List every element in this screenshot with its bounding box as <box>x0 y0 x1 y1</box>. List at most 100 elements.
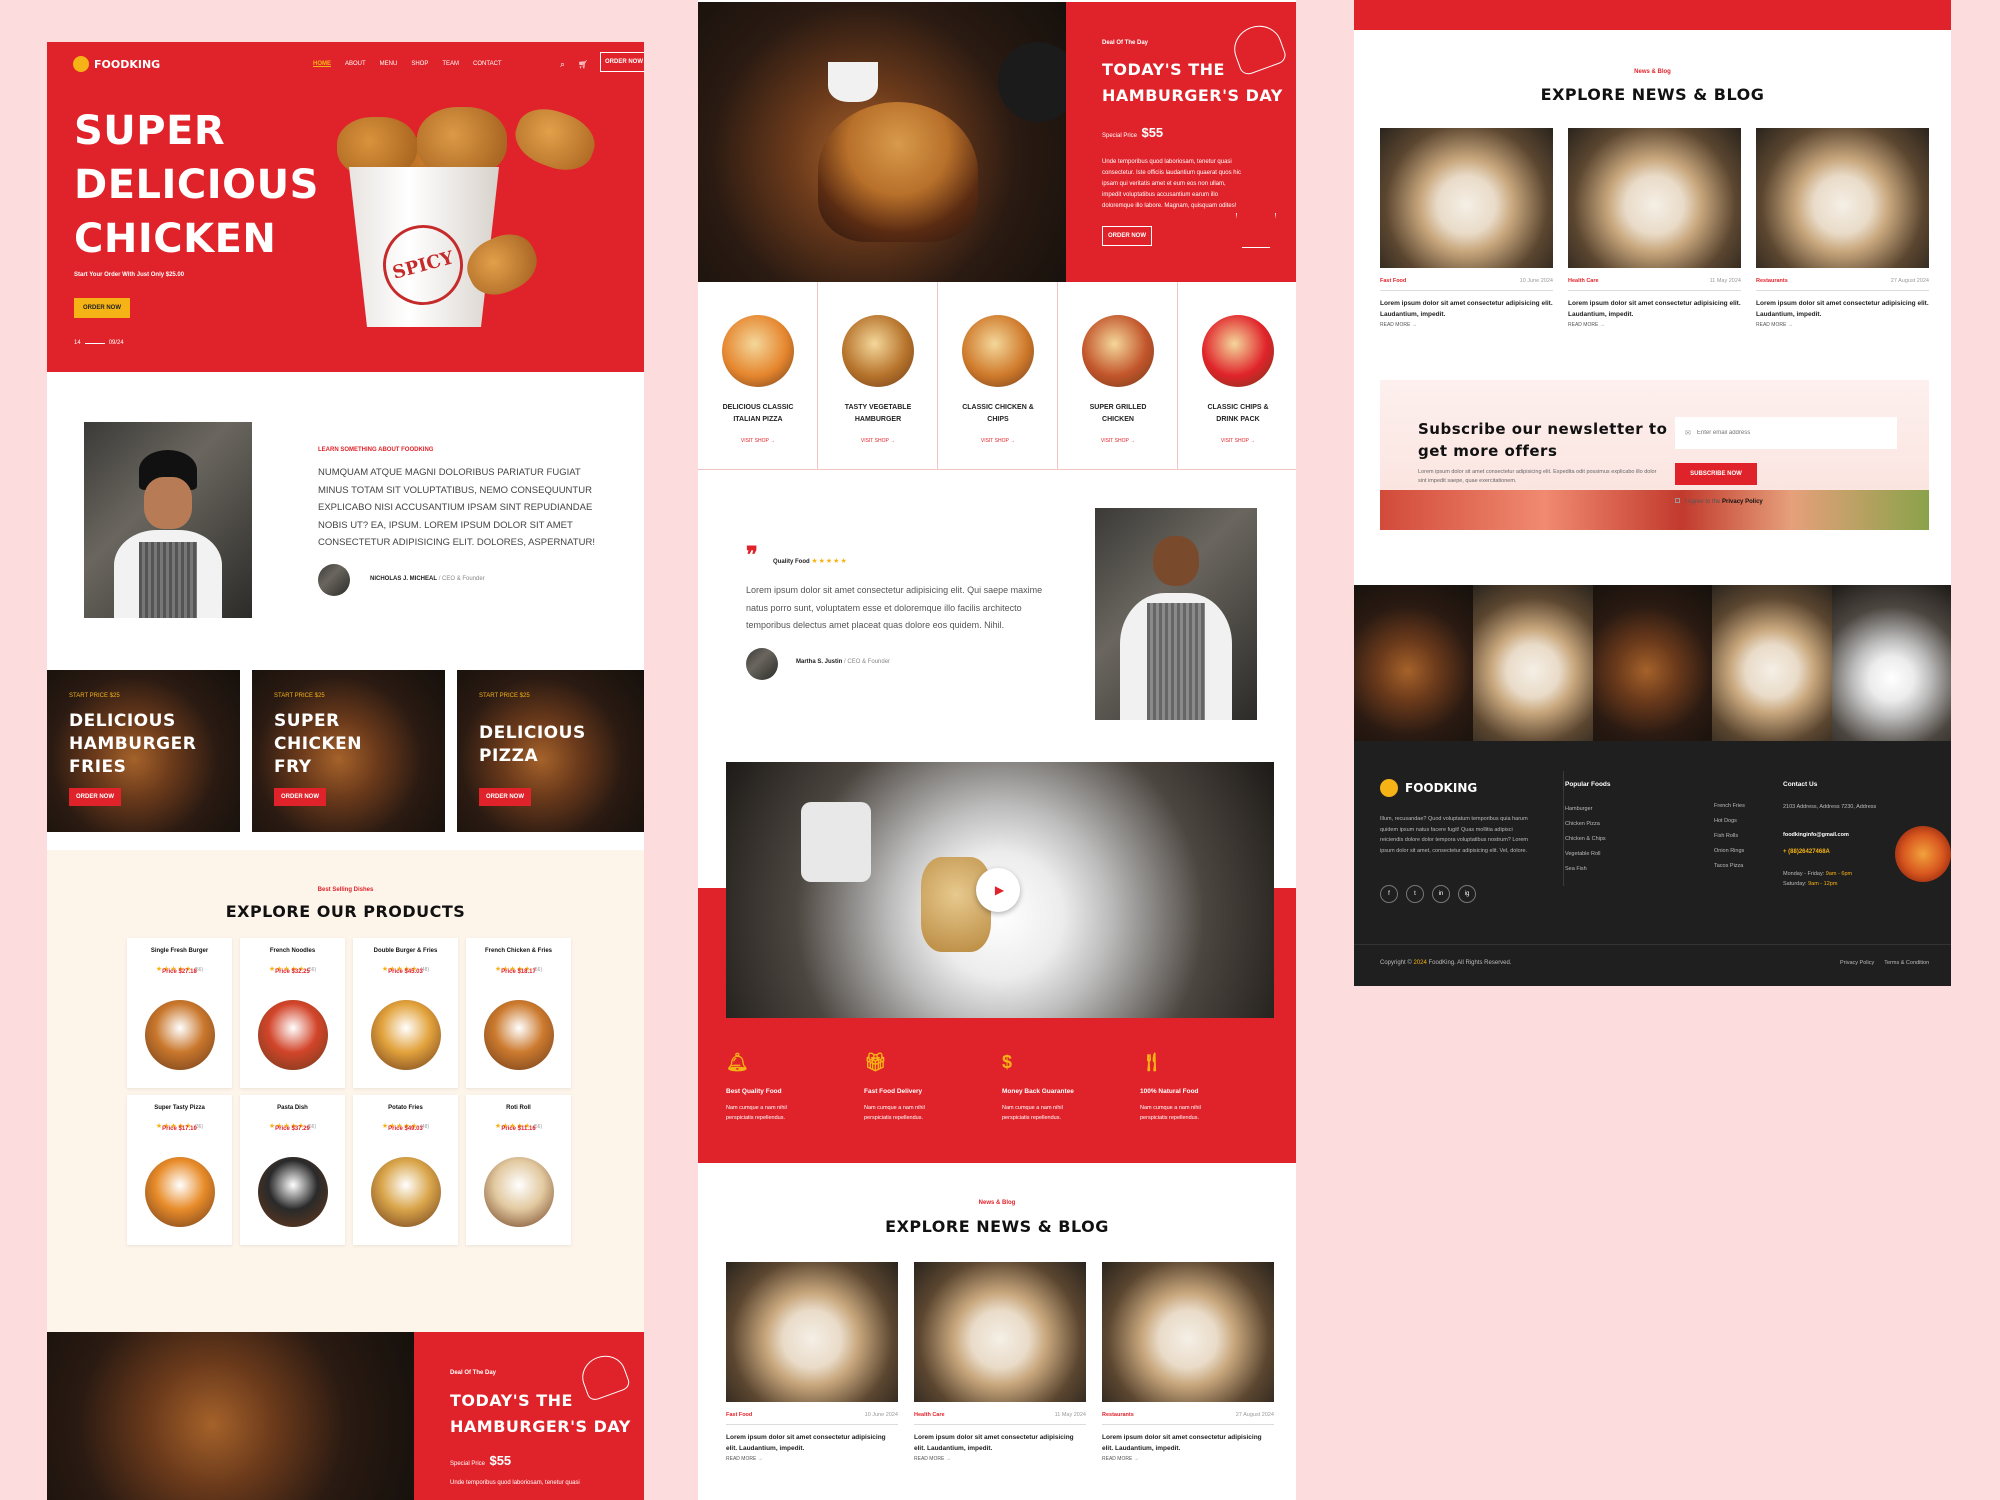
agree-line[interactable]: I Agree to the Privacy Policy <box>1675 498 1763 505</box>
nav-shop[interactable]: SHOP <box>411 61 428 67</box>
read-more-link[interactable]: READ MORE → <box>1756 322 1793 328</box>
news-excerpt[interactable]: Lorem ipsum dolor sit amet consectetur a… <box>1380 298 1553 320</box>
nav-contact[interactable]: CONTACT <box>473 61 502 67</box>
hero-order-button[interactable]: ORDER NOW <box>74 298 130 318</box>
popular-food-link[interactable]: Vegetable Roll <box>1565 847 1606 862</box>
product-image[interactable] <box>371 1157 441 1227</box>
product-card[interactable]: Pasta Dish ★★★★★ (56) Price $37.29 <box>240 1095 345 1245</box>
visit-shop-link[interactable]: VISIT SHOP → <box>698 438 818 444</box>
news-image[interactable] <box>1102 1262 1274 1402</box>
twitter-icon[interactable]: t <box>1406 885 1424 903</box>
footer-logo[interactable]: FOODKING <box>1380 779 1477 797</box>
popular-food-link[interactable]: Sea Fish <box>1565 862 1606 877</box>
popular-food-link[interactable]: Fish Rolls <box>1714 829 1745 844</box>
product-image[interactable] <box>145 1157 215 1227</box>
product-image[interactable] <box>258 1000 328 1070</box>
nav-about[interactable]: ABOUT <box>345 61 366 67</box>
read-more-link[interactable]: READ MORE → <box>1102 1456 1139 1462</box>
category-image[interactable] <box>842 315 914 387</box>
promo-order-button[interactable]: ORDER NOW <box>479 788 531 806</box>
visit-shop-link[interactable]: VISIT SHOP → <box>1058 438 1178 444</box>
terms-link[interactable]: Terms & Condition <box>1884 960 1929 966</box>
product-name[interactable]: Pasta Dish <box>240 1105 345 1111</box>
promo-card[interactable]: START PRICE $25 DELICIOUS HAMBURGER FRIE… <box>47 670 240 832</box>
logo[interactable]: FOODKING <box>94 58 160 71</box>
product-name[interactable]: Super Tasty Pizza <box>127 1105 232 1111</box>
nav-home[interactable]: HOME <box>313 61 331 67</box>
nav-team[interactable]: TEAM <box>442 61 459 67</box>
product-name[interactable]: Roti Roll <box>466 1105 571 1111</box>
promo-order-button[interactable]: ORDER NOW <box>69 788 121 806</box>
privacy-policy-link[interactable]: Privacy Policy <box>1722 499 1763 505</box>
news-image[interactable] <box>1756 128 1929 268</box>
privacy-policy-link[interactable]: Privacy Policy <box>1840 960 1874 966</box>
category-card[interactable]: CLASSIC CHIPS & DRINK PACK VISIT SHOP → <box>1178 282 1296 470</box>
linkedin-icon[interactable]: in <box>1432 885 1450 903</box>
popular-food-link[interactable]: Hot Dogs <box>1714 814 1745 829</box>
play-button[interactable]: ▶ <box>976 868 1020 912</box>
promo-card[interactable]: START PRICE $25 DELICIOUS PIZZA ORDER NO… <box>457 670 644 832</box>
gallery-image[interactable] <box>1712 585 1832 741</box>
facebook-icon[interactable]: f <box>1380 885 1398 903</box>
read-more-link[interactable]: READ MORE → <box>726 1456 763 1462</box>
product-card[interactable]: Double Burger & Fries ★★★★★ (48) Price $45.… <box>353 938 458 1088</box>
category-card[interactable]: TASTY VEGETABLE HAMBURGER VISIT SHOP → <box>818 282 938 470</box>
popular-food-link[interactable]: Tacos Pizza <box>1714 859 1745 874</box>
popular-food-link[interactable]: Chicken & Chips <box>1565 832 1606 847</box>
news-excerpt[interactable]: Lorem ipsum dolor sit amet consectetur a… <box>914 1432 1086 1454</box>
gallery-image[interactable] <box>1354 585 1474 741</box>
news-image[interactable] <box>726 1262 898 1402</box>
category-image[interactable] <box>1082 315 1154 387</box>
news-excerpt[interactable]: Lorem ipsum dolor sit amet consectetur a… <box>726 1432 898 1454</box>
category-image[interactable] <box>962 315 1034 387</box>
popular-food-link[interactable]: French Fries <box>1714 799 1745 814</box>
nav-menu[interactable]: MENU <box>380 61 398 67</box>
slide-counter[interactable]: 14 09/24 <box>74 340 124 346</box>
news-image[interactable] <box>1568 128 1741 268</box>
product-name[interactable]: Double Burger & Fries <box>353 948 458 954</box>
product-card[interactable]: French Chicken & Fries ★★★★★ (56) Price $18… <box>466 938 571 1088</box>
popular-food-link[interactable]: Hamburger <box>1565 802 1606 817</box>
read-more-link[interactable]: READ MORE → <box>1568 322 1605 328</box>
news-excerpt[interactable]: Lorem ipsum dolor sit amet consectetur a… <box>1102 1432 1274 1454</box>
popular-food-link[interactable]: Onion Rings <box>1714 844 1745 859</box>
category-card[interactable]: SUPER GRILLED CHICKEN VISIT SHOP → <box>1058 282 1178 470</box>
product-card[interactable]: Super Tasty Pizza ★★★★★ (36) Price $17.10 <box>127 1095 232 1245</box>
product-card[interactable]: Roti Roll ★★★★★ (56) Price $11.16 <box>466 1095 571 1245</box>
visit-shop-link[interactable]: VISIT SHOP → <box>818 438 938 444</box>
agree-checkbox[interactable] <box>1675 498 1680 503</box>
cart-icon[interactable]: 🛒︎ <box>578 60 588 69</box>
category-card[interactable]: DELICIOUS CLASSIC ITALIAN PIZZA VISIT SHOP… <box>698 282 818 470</box>
news-excerpt[interactable]: Lorem ipsum dolor sit amet consectetur a… <box>1756 298 1929 320</box>
contact-email[interactable]: foodkinginfo@gmail.com <box>1783 832 1849 838</box>
product-image[interactable] <box>484 1000 554 1070</box>
category-image[interactable] <box>722 315 794 387</box>
contact-phone[interactable]: + (88)26427468A <box>1783 849 1830 855</box>
read-more-link[interactable]: READ MORE → <box>1380 322 1417 328</box>
product-name[interactable]: Single Fresh Burger <box>127 948 232 954</box>
visit-shop-link[interactable]: VISIT SHOP → <box>938 438 1058 444</box>
email-field[interactable]: ✉ <box>1675 417 1897 449</box>
search-icon[interactable]: ⌕ <box>560 59 565 70</box>
gallery-image[interactable] <box>1473 585 1593 741</box>
news-excerpt[interactable]: Lorem ipsum dolor sit amet consectetur a… <box>1568 298 1741 320</box>
product-image[interactable] <box>371 1000 441 1070</box>
gallery-image[interactable] <box>1831 585 1951 741</box>
header-order-button[interactable]: ORDER NOW <box>600 52 644 72</box>
gallery-image[interactable] <box>1592 585 1713 741</box>
category-image[interactable] <box>1202 315 1274 387</box>
product-name[interactable]: French Chicken & Fries <box>466 948 571 954</box>
read-more-link[interactable]: READ MORE → <box>914 1456 951 1462</box>
product-card[interactable]: French Noodles ★★★★★ (56) Price $32.25 <box>240 938 345 1088</box>
product-image[interactable] <box>145 1000 215 1070</box>
popular-food-link[interactable]: Chicken Pizza <box>1565 817 1606 832</box>
product-card[interactable]: Single Fresh Burger ★★★★★ (56) Price $27.18 <box>127 938 232 1088</box>
news-image[interactable] <box>1380 128 1553 268</box>
visit-shop-link[interactable]: VISIT SHOP → <box>1178 438 1296 444</box>
deal-order-button[interactable]: ORDER NOW <box>1102 226 1152 246</box>
instagram-icon[interactable]: ig <box>1458 885 1476 903</box>
product-name[interactable]: Potato Fries <box>353 1105 458 1111</box>
promo-card[interactable]: START PRICE $25 SUPER CHICKEN FRY ORDER … <box>252 670 445 832</box>
category-card[interactable]: CLASSIC CHICKEN & CHIPS VISIT SHOP → <box>938 282 1058 470</box>
news-image[interactable] <box>914 1262 1086 1402</box>
